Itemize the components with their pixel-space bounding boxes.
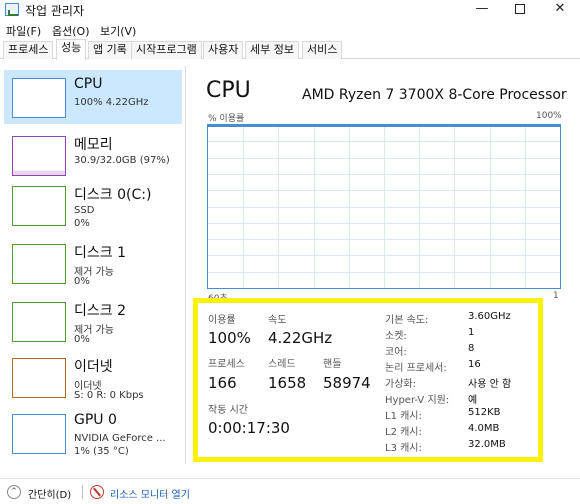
- sidebar-item-label: CPU: [74, 76, 103, 92]
- cores-label: 코어:: [385, 347, 407, 358]
- menu-bar: 파일(F) 옵션(O) 보기(V): [0, 20, 580, 39]
- sidebar-item-detail: SSD: [74, 205, 95, 216]
- disk-thumbnail: [12, 244, 66, 284]
- processes-value: 166: [208, 374, 237, 392]
- base-speed-label: 기본 속도:: [385, 315, 429, 326]
- cpu-stats-panel: 이용률 100% 속도 4.22GHz 프로세스 166 스레드 1658 핸들…: [193, 298, 543, 462]
- sidebar-item-ethernet[interactable]: 이더넷 이더넷 S: 0 R: 0 Kbps: [4, 350, 182, 404]
- l2-cache-value: 4.0MB: [468, 423, 500, 434]
- sidebar-item-usage: 1% (35 °C): [74, 446, 129, 457]
- tab-details[interactable]: 세부 정보: [245, 41, 299, 59]
- handles-value: 58974: [323, 374, 371, 392]
- disk-thumbnail: [12, 302, 66, 342]
- gpu-thumbnail: [12, 414, 66, 454]
- base-speed-value: 3.60GHz: [468, 311, 511, 322]
- open-resource-monitor-link[interactable]: 리소스 모니터 열기: [110, 486, 190, 501]
- processes-label: 프로세스: [208, 359, 245, 370]
- l1-cache-label: L1 캐시:: [385, 411, 422, 422]
- status-footer: ⌃ 간단히(D) 리소스 모니터 열기: [0, 478, 580, 504]
- graph-end-label: 1: [553, 291, 559, 301]
- sockets-value: 1: [468, 327, 475, 338]
- threads-label: 스레드: [268, 359, 296, 370]
- virtualization-label: 가상화:: [385, 379, 416, 390]
- close-button[interactable]: ✕: [540, 0, 580, 20]
- menu-file[interactable]: 파일(F): [6, 23, 41, 39]
- graph-max-label: 100%: [536, 111, 562, 121]
- sidebar-item-usage: 0%: [74, 276, 90, 287]
- logical-processors-value: 16: [468, 359, 481, 370]
- utilization-value: 100%: [208, 329, 251, 347]
- logical-processors-label: 논리 프로세서:: [385, 363, 447, 374]
- sidebar-item-cpu[interactable]: CPU 100% 4.22GHz: [4, 70, 182, 124]
- maximize-icon: [515, 4, 525, 14]
- threads-value: 1658: [268, 374, 307, 392]
- uptime-label: 작동 시간: [208, 405, 248, 416]
- utilization-label: 이용률: [208, 315, 236, 326]
- graph-label: % 이용률: [208, 114, 245, 124]
- sidebar-item-disk2[interactable]: 디스크 2 제거 가능 0%: [4, 294, 182, 348]
- footer-divider: [82, 485, 83, 499]
- graph-grid: [208, 125, 560, 288]
- l2-cache-label: L2 캐시:: [385, 427, 422, 438]
- sidebar-item-label: GPU 0: [74, 412, 117, 428]
- sockets-label: 소켓:: [385, 331, 407, 342]
- cpu-utilization-graph: [207, 124, 561, 289]
- sidebar-item-label: 디스크 0(C:): [74, 187, 152, 203]
- minimize-button[interactable]: —: [462, 0, 502, 20]
- sidebar-item-disk1[interactable]: 디스크 1 제거 가능 0%: [4, 236, 182, 290]
- handles-label: 핸들: [323, 359, 342, 370]
- speed-label: 속도: [268, 315, 287, 326]
- cpu-thumbnail: [12, 78, 66, 118]
- virtualization-value: 사용 안 함: [468, 379, 512, 390]
- hyperv-value: 예: [468, 395, 478, 406]
- tab-services[interactable]: 서비스: [302, 41, 343, 59]
- l1-cache-value: 512KB: [468, 407, 501, 418]
- disk-thumbnail: [12, 186, 66, 226]
- window-title: 작업 관리자: [25, 4, 85, 18]
- uptime-value: 0:00:17:30: [208, 419, 290, 437]
- processor-name: AMD Ryzen 7 3700X 8-Core Processor: [302, 87, 567, 103]
- sidebar-item-label: 메모리: [74, 137, 113, 153]
- tab-bar: 프로세스 성능 앱 기록 시작프로그램 사용자 세부 정보 서비스: [0, 39, 580, 60]
- tab-users[interactable]: 사용자: [203, 41, 244, 59]
- title-bar: 작업 관리자 — ✕: [0, 0, 580, 20]
- task-manager-icon: [5, 3, 19, 16]
- hyperv-label: Hyper-V 지원:: [385, 395, 450, 406]
- page-title: CPU: [206, 78, 251, 103]
- sidebar-item-detail: NVIDIA GeForce ...: [74, 433, 166, 444]
- resource-sidebar: CPU 100% 4.22GHz 메모리 30.9/32.0GB (97%) 디…: [0, 66, 186, 464]
- menu-view[interactable]: 보기(V): [100, 23, 136, 39]
- sidebar-item-disk0[interactable]: 디스크 0(C:) SSD 0%: [4, 178, 182, 232]
- l3-cache-label: L3 캐시:: [385, 443, 422, 454]
- speed-value: 4.22GHz: [268, 329, 333, 347]
- sidebar-item-gpu[interactable]: GPU 0 NVIDIA GeForce ... 1% (35 °C): [4, 406, 182, 460]
- sidebar-item-usage: 0%: [74, 218, 90, 229]
- memory-thumbnail: [12, 136, 66, 176]
- sidebar-item-usage: 0%: [74, 334, 90, 345]
- sidebar-item-usage: S: 0 R: 0 Kbps: [74, 390, 144, 401]
- cores-value: 8: [468, 343, 475, 354]
- tab-processes[interactable]: 프로세스: [3, 41, 54, 59]
- sidebar-item-label: 디스크 1: [74, 245, 126, 261]
- sidebar-item-label: 디스크 2: [74, 303, 126, 319]
- tab-startup[interactable]: 시작프로그램: [131, 41, 202, 59]
- sidebar-item-detail: 100% 4.22GHz: [74, 97, 149, 108]
- maximize-button[interactable]: [500, 0, 540, 20]
- fewer-details-link[interactable]: 간단히(D): [28, 486, 71, 501]
- sidebar-item-detail: 30.9/32.0GB (97%): [74, 155, 170, 166]
- tab-performance[interactable]: 성능: [56, 39, 87, 60]
- chevron-up-icon[interactable]: ⌃: [7, 485, 21, 499]
- resource-monitor-icon: [90, 485, 104, 499]
- sidebar-item-memory[interactable]: 메모리 30.9/32.0GB (97%): [4, 128, 182, 182]
- tab-app-history[interactable]: 앱 기록: [88, 41, 132, 59]
- l3-cache-value: 32.0MB: [468, 439, 506, 450]
- sidebar-item-label: 이더넷: [74, 359, 113, 375]
- ethernet-thumbnail: [12, 358, 66, 398]
- menu-options[interactable]: 옵션(O): [52, 23, 89, 39]
